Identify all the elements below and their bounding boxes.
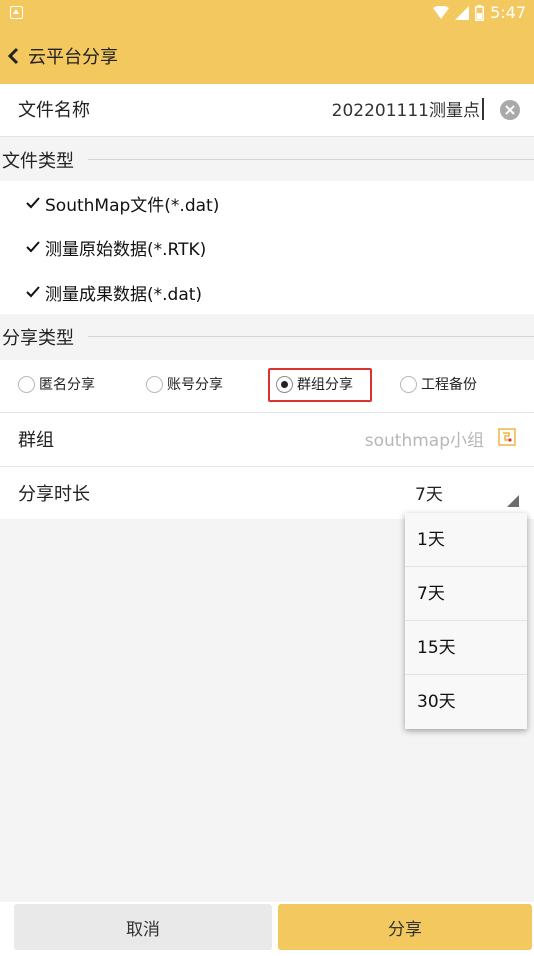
share-type-anonymous[interactable]: 匿名分享: [18, 374, 95, 394]
page-title: 云平台分享: [28, 47, 118, 68]
checkbox-checked-icon[interactable]: [24, 239, 41, 256]
radio-label: 匿名分享: [39, 377, 95, 393]
file-type-label: 测量成果数据(*.dat): [45, 284, 203, 305]
file-type-option-result[interactable]: 测量成果数据(*.dat): [24, 274, 202, 310]
duration-select[interactable]: 7天: [415, 480, 443, 505]
share-type-account[interactable]: 账号分享: [146, 374, 223, 394]
file-name-input[interactable]: 202201111测量点: [332, 96, 484, 121]
share-type-backup[interactable]: 工程备份: [400, 374, 477, 394]
battery-icon: [475, 4, 485, 21]
checkbox-checked-icon[interactable]: [24, 195, 41, 212]
wifi-icon: [433, 5, 450, 19]
file-name-label: 文件名称: [18, 100, 90, 121]
back-icon[interactable]: [6, 45, 28, 67]
duration-dropdown-menu: 1天 7天 15天 30天: [405, 513, 527, 729]
duration-row: 分享时长 7天: [0, 466, 534, 520]
dropdown-arrow-icon[interactable]: [507, 495, 519, 507]
group-value: southmap小组: [364, 431, 484, 451]
notification-icon: [10, 6, 23, 19]
radio-label: 工程备份: [421, 377, 477, 393]
bottom-bar: 取消 分享: [0, 902, 534, 956]
clear-icon[interactable]: [500, 100, 520, 120]
text-cursor: [482, 98, 484, 120]
file-type-label: SouthMap文件(*.dat): [45, 195, 220, 216]
dropdown-option-30-days[interactable]: 30天: [405, 675, 527, 729]
share-type-header-label: 分享类型: [2, 328, 74, 349]
dropdown-option-7-days[interactable]: 7天: [405, 567, 527, 621]
dropdown-option-1-day[interactable]: 1天: [405, 513, 527, 567]
file-type-header-label: 文件类型: [2, 151, 74, 172]
radio-label: 账号分享: [167, 377, 223, 393]
file-type-panel: SouthMap文件(*.dat) 测量原始数据(*.RTK) 测量成果数据(*…: [8, 181, 534, 313]
dropdown-option-15-days[interactable]: 15天: [405, 621, 527, 675]
status-bar: 5:47: [0, 0, 534, 28]
share-type-radio-group: 匿名分享 账号分享 群组分享 工程备份: [0, 360, 534, 410]
checkbox-checked-icon[interactable]: [24, 284, 41, 301]
screen: 5:47 云平台分享 文件名称 202201111测量点 文件类型 SouthM…: [0, 0, 534, 956]
radio-icon[interactable]: [400, 375, 417, 393]
file-name-value: 202201111测量点: [331, 101, 480, 121]
divider: [88, 336, 534, 337]
share-type-header: 分享类型: [0, 314, 534, 360]
file-type-label: 测量原始数据(*.RTK): [45, 239, 207, 260]
radio-icon[interactable]: [18, 375, 35, 393]
group-label: 群组: [18, 430, 54, 451]
signal-icon: [455, 5, 470, 20]
app-bar: 云平台分享: [0, 28, 534, 84]
share-button[interactable]: 分享: [278, 904, 532, 950]
file-type-option-rtk[interactable]: 测量原始数据(*.RTK): [24, 229, 206, 265]
file-type-option-southmap[interactable]: SouthMap文件(*.dat): [24, 185, 219, 221]
group-row[interactable]: 群组 southmap小组: [0, 412, 534, 465]
group-picker-icon[interactable]: [498, 428, 516, 446]
file-type-header: 文件类型: [0, 137, 534, 181]
file-name-row: 文件名称 202201111测量点: [0, 84, 534, 137]
duration-label: 分享时长: [18, 484, 90, 505]
divider: [88, 159, 534, 160]
cancel-button[interactable]: 取消: [14, 904, 272, 950]
selection-highlight: [268, 368, 372, 402]
radio-icon[interactable]: [146, 375, 163, 393]
status-time: 5:47: [490, 3, 526, 22]
